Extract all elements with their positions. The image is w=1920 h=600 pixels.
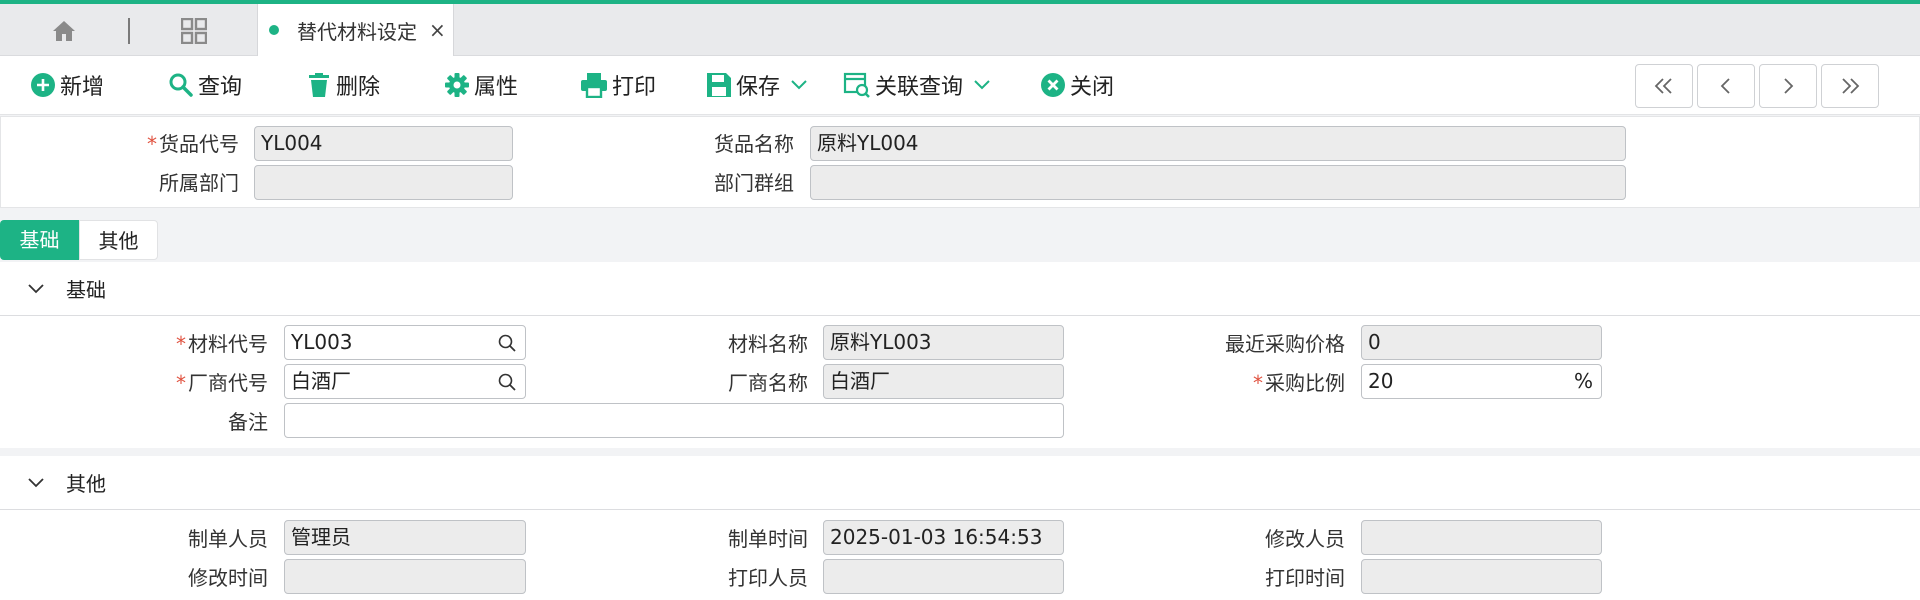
required-mark: * (1253, 371, 1263, 395)
goods-code-field[interactable]: YL004 (254, 126, 513, 161)
department-field[interactable] (254, 165, 513, 200)
close-button[interactable]: 关闭 (1040, 66, 1114, 104)
goods-name-field[interactable]: 原料YL004 (810, 126, 1626, 161)
last-page-icon (1842, 78, 1860, 94)
modified-time-label: 修改时间 (188, 566, 268, 590)
delete-label: 删除 (336, 75, 381, 100)
save-label: 保存 (736, 75, 781, 100)
basic-section-title: 基础 (66, 278, 106, 302)
other-section-title: 其他 (66, 472, 106, 496)
print-time-label: 打印时间 (1265, 566, 1345, 590)
tab-strip: 替代材料设定 × (0, 4, 1920, 56)
goods-name-label: 货品名称 (714, 132, 794, 156)
created-time-label: 制单时间 (728, 527, 808, 551)
print-label: 打印 (612, 75, 657, 100)
prev-page-icon (1720, 78, 1730, 94)
basic-section-header[interactable]: 基础 (0, 262, 1920, 316)
vendor-code-input[interactable]: 白酒厂 (284, 364, 526, 399)
properties-label: 属性 (474, 75, 519, 100)
search-icon (169, 73, 193, 97)
dept-group-label: 部门群组 (714, 171, 794, 195)
gear-icon (445, 73, 469, 97)
active-dot-icon (269, 25, 279, 35)
first-page-icon (1654, 78, 1672, 94)
next-page-icon (1784, 78, 1794, 94)
tab-label: 替代材料设定 (297, 19, 417, 44)
material-code-label: * 材料代号 (176, 332, 268, 356)
trash-icon (309, 73, 329, 97)
add-button[interactable]: 新增 (30, 66, 104, 104)
search-icon[interactable] (497, 372, 517, 392)
vendor-code-label: * 厂商代号 (176, 371, 268, 395)
delete-button[interactable]: 删除 (306, 66, 380, 104)
related-query-label: 关联查询 (875, 75, 964, 100)
basic-section: 基础 * 材料代号 YL003 材料名称 原料YL003 最近采购价格 0 * 厂商… (0, 262, 1920, 448)
remark-input[interactable] (284, 403, 1064, 438)
grid-icon (181, 18, 207, 44)
link-search-icon (843, 72, 870, 98)
vendor-name-field[interactable]: 白酒厂 (823, 364, 1064, 399)
purchase-ratio-input[interactable]: 20 % (1361, 364, 1602, 399)
modified-time-field[interactable] (284, 559, 526, 594)
modifier-label: 修改人员 (1265, 527, 1345, 551)
add-label: 新增 (60, 75, 105, 100)
goods-code-label: * 货品代号 (147, 132, 239, 156)
floppy-icon (707, 73, 731, 97)
vendor-name-label: 厂商名称 (728, 371, 808, 395)
print-button[interactable]: 打印 (580, 66, 656, 104)
tab-close-icon[interactable]: × (429, 18, 446, 42)
save-button[interactable]: 保存 (706, 66, 812, 104)
required-mark: * (176, 332, 186, 356)
tab-basic[interactable]: 基础 (0, 220, 79, 260)
chevron-down-icon[interactable] (973, 79, 991, 91)
printer-field[interactable] (823, 559, 1064, 594)
other-section: 其他 制单人员 管理员 制单时间 2025-01-03 16:54:53 修改人… (0, 456, 1920, 600)
close-label: 关闭 (1070, 75, 1115, 100)
header-form: * 货品代号 YL004 货品名称 原料YL004 所属部门 部门群组 (0, 116, 1920, 208)
query-label: 查询 (198, 75, 243, 100)
material-code-input[interactable]: YL003 (284, 325, 526, 360)
properties-button[interactable]: 属性 (444, 66, 518, 104)
creator-label: 制单人员 (188, 527, 268, 551)
chevron-down-icon (28, 477, 44, 487)
last-page-button[interactable] (1821, 64, 1879, 108)
material-name-label: 材料名称 (728, 332, 808, 356)
purchase-ratio-label: * 采购比例 (1253, 371, 1345, 395)
remark-label: 备注 (228, 410, 268, 434)
home-button[interactable] (44, 16, 84, 46)
toolbar: 新增 查询 删除 属性 打印 保存 关联查询 关闭 (0, 56, 1920, 115)
printer-label: 打印人员 (728, 566, 808, 590)
created-time-field[interactable]: 2025-01-03 16:54:53 (823, 520, 1064, 555)
next-page-button[interactable] (1759, 64, 1817, 108)
department-label: 所属部门 (159, 171, 239, 195)
chevron-down-icon[interactable] (790, 79, 808, 91)
print-time-field[interactable] (1361, 559, 1602, 594)
required-mark: * (176, 371, 186, 395)
apps-button[interactable] (174, 16, 214, 46)
prev-page-button[interactable] (1697, 64, 1755, 108)
query-button[interactable]: 查询 (168, 66, 242, 104)
plus-circle-icon (31, 73, 55, 97)
creator-field[interactable]: 管理员 (284, 520, 526, 555)
percent-unit: % (1573, 369, 1593, 393)
material-name-field[interactable]: 原料YL003 (823, 325, 1064, 360)
last-purchase-price-field[interactable]: 0 (1361, 325, 1602, 360)
home-icon (53, 21, 75, 41)
chevron-down-icon (28, 283, 44, 293)
search-icon[interactable] (497, 333, 517, 353)
other-section-header[interactable]: 其他 (0, 456, 1920, 510)
close-circle-icon (1041, 73, 1065, 97)
tab-other[interactable]: 其他 (79, 220, 158, 260)
related-query-button[interactable]: 关联查询 (843, 66, 995, 104)
dept-group-field[interactable] (810, 165, 1626, 200)
last-purchase-price-label: 最近采购价格 (1225, 332, 1345, 356)
printer-icon (581, 73, 607, 98)
modifier-field[interactable] (1361, 520, 1602, 555)
required-mark: * (147, 132, 157, 156)
tab-substitute-material[interactable]: 替代材料设定 × (257, 4, 454, 56)
first-page-button[interactable] (1635, 64, 1693, 108)
tab-separator (128, 18, 130, 44)
